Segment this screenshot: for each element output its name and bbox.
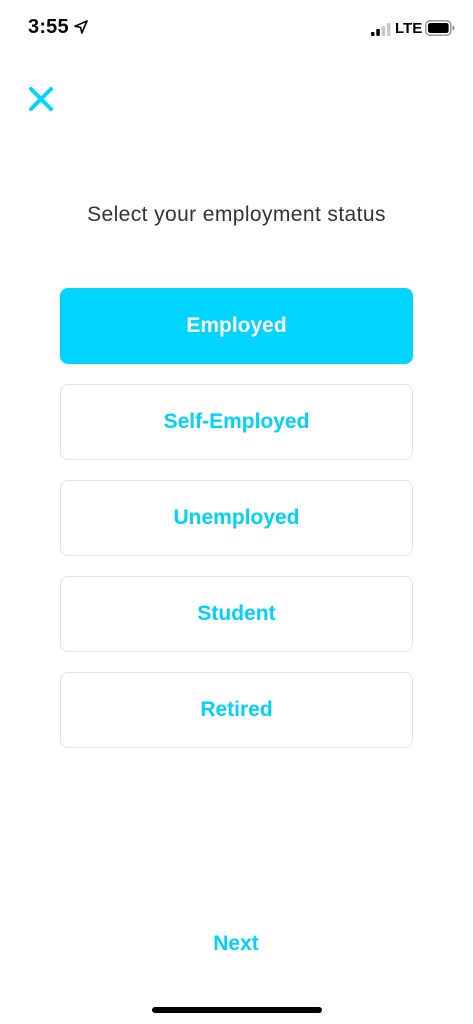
page-title: Select your employment status: [87, 203, 386, 226]
status-time: 3:55: [28, 16, 69, 38]
option-unemployed[interactable]: Unemployed: [60, 480, 413, 556]
option-retired[interactable]: Retired: [60, 672, 413, 748]
location-arrow-icon: [74, 20, 88, 34]
employment-status-options: Employed Self-Employed Unemployed Studen…: [60, 288, 413, 768]
battery-icon: [425, 20, 455, 36]
close-button[interactable]: [24, 82, 58, 116]
home-indicator[interactable]: [152, 1007, 322, 1013]
network-label: LTE: [395, 20, 423, 37]
signal-icon: [371, 23, 391, 36]
close-icon: [29, 87, 53, 111]
option-student[interactable]: Student: [60, 576, 413, 652]
next-button[interactable]: Next: [186, 926, 286, 962]
option-self-employed[interactable]: Self-Employed: [60, 384, 413, 460]
status-bar: 3:55 LTE: [0, 0, 473, 56]
option-employed[interactable]: Employed: [60, 288, 413, 364]
